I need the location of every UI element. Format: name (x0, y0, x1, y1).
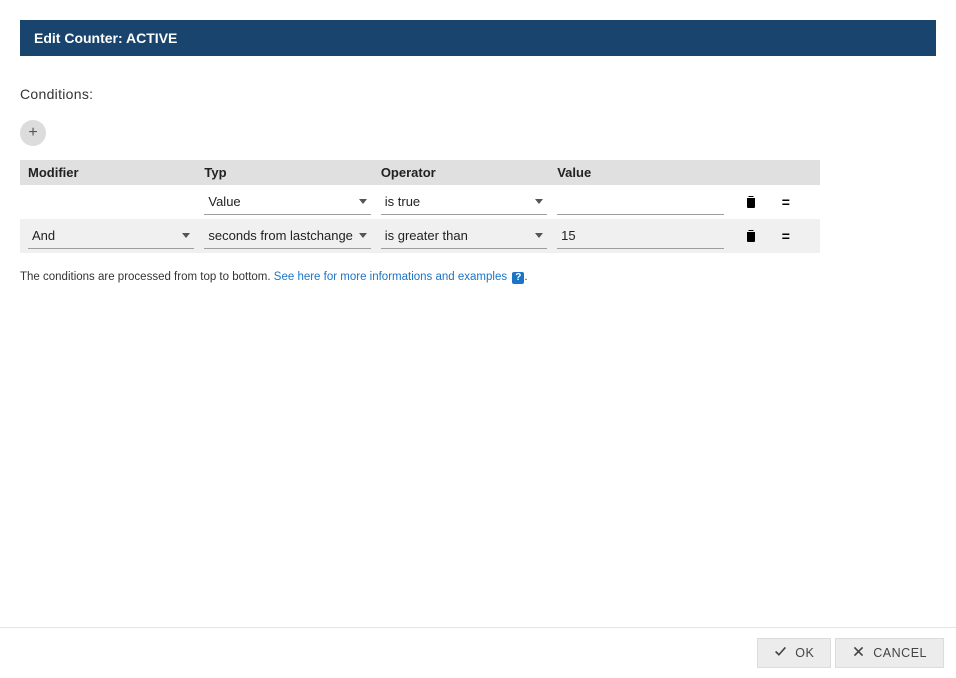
operator-select[interactable]: is greater than (381, 223, 547, 249)
hint-link[interactable]: See here for more informations and examp… (274, 271, 507, 283)
drag-icon: = (782, 194, 788, 210)
delete-row-button[interactable] (741, 226, 761, 246)
hint-suffix: . (524, 271, 527, 283)
value-input[interactable] (557, 223, 723, 249)
operator-select-value: is true (385, 194, 420, 209)
delete-row-button[interactable] (741, 192, 761, 212)
table-row: And seconds from lastchange is greater t… (20, 219, 820, 253)
col-header-type: Typ (204, 165, 380, 180)
chevron-down-icon (359, 199, 367, 204)
add-condition-button[interactable]: + (20, 120, 46, 146)
col-header-modifier: Modifier (28, 165, 204, 180)
table-row: Value is true (20, 185, 820, 219)
drag-icon: = (782, 228, 788, 244)
operator-select[interactable]: is true (381, 189, 547, 215)
cancel-button[interactable]: CANCEL (835, 638, 944, 668)
help-icon[interactable]: ? (512, 272, 524, 284)
chevron-down-icon (182, 233, 190, 238)
conditions-hint: The conditions are processed from top to… (20, 271, 936, 284)
type-select[interactable]: Value (204, 189, 370, 215)
drag-handle[interactable]: = (775, 192, 795, 212)
dialog-footer: OK CANCEL (0, 627, 956, 678)
ok-button-label: OK (795, 646, 814, 660)
operator-select-value: is greater than (385, 228, 468, 243)
value-input[interactable] (557, 189, 723, 215)
type-select-value: Value (208, 194, 240, 209)
col-header-operator: Operator (381, 165, 557, 180)
type-select-value: seconds from lastchange (208, 228, 353, 243)
conditions-table: Modifier Typ Operator Value Value is tr (20, 160, 820, 253)
dialog-title: Edit Counter: ACTIVE (34, 30, 177, 46)
close-icon (852, 645, 865, 661)
chevron-down-icon (359, 233, 367, 238)
dialog-body: Conditions: + Modifier Typ Operator Valu… (0, 56, 956, 627)
modifier-select-value: And (32, 228, 55, 243)
cancel-button-label: CANCEL (873, 646, 927, 660)
plus-icon: + (28, 124, 37, 142)
check-icon (774, 645, 787, 661)
col-header-value: Value (557, 165, 733, 180)
edit-counter-dialog: Edit Counter: ACTIVE Conditions: + Modif… (0, 0, 956, 678)
trash-icon (746, 230, 756, 242)
chevron-down-icon (535, 199, 543, 204)
type-select[interactable]: seconds from lastchange (204, 223, 370, 249)
chevron-down-icon (535, 233, 543, 238)
ok-button[interactable]: OK (757, 638, 831, 668)
table-header-row: Modifier Typ Operator Value (20, 160, 820, 185)
hint-prefix: The conditions are processed from top to… (20, 271, 274, 283)
dialog-title-bar: Edit Counter: ACTIVE (20, 20, 936, 56)
conditions-section-label: Conditions: (20, 86, 936, 102)
modifier-select[interactable]: And (28, 223, 194, 249)
trash-icon (746, 196, 756, 208)
drag-handle[interactable]: = (775, 226, 795, 246)
